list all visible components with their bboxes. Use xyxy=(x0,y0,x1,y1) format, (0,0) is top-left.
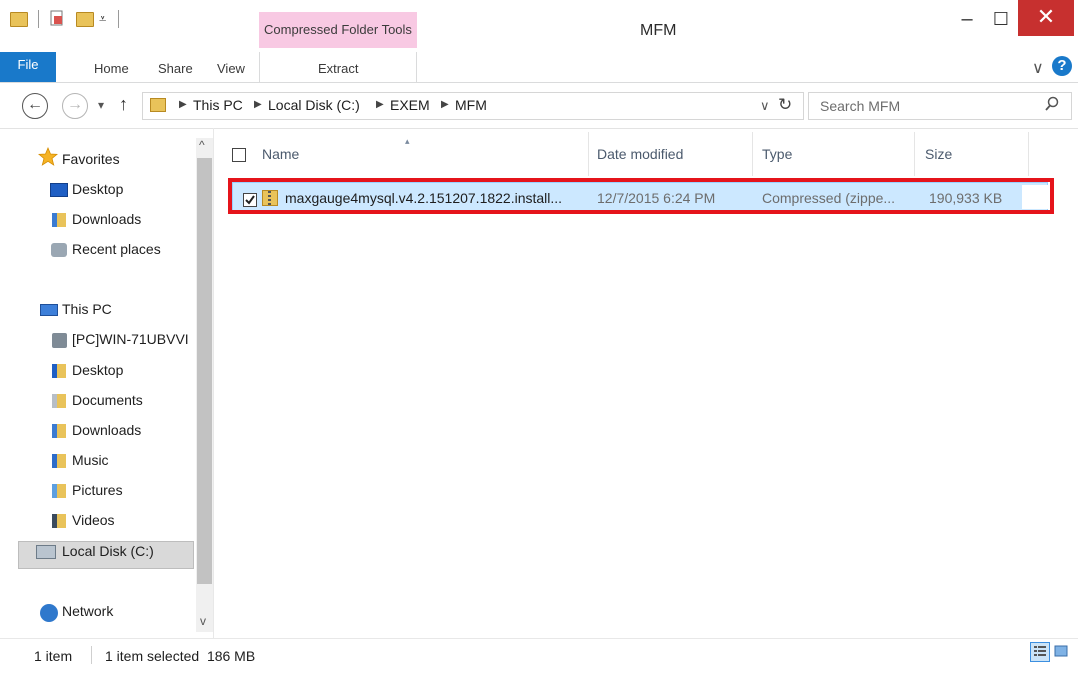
tab-view[interactable]: View xyxy=(217,61,245,76)
large-icons-view-button[interactable] xyxy=(1052,642,1072,662)
downloads-icon xyxy=(52,424,66,438)
tab-file[interactable]: File xyxy=(0,52,56,82)
desktop-icon xyxy=(50,183,68,197)
column-separator[interactable] xyxy=(752,132,753,176)
nav-local-disk[interactable]: Local Disk (C:) xyxy=(62,543,154,559)
maximize-button[interactable]: ☐ xyxy=(986,8,1016,30)
forward-button[interactable]: → xyxy=(62,93,88,119)
context-tab-label: Compressed Folder Tools xyxy=(264,22,412,37)
column-type[interactable]: Type xyxy=(762,146,792,162)
status-item-count: 1 item xyxy=(34,648,73,664)
recent-locations-button[interactable]: ▾ xyxy=(98,98,104,112)
minimize-button[interactable]: – xyxy=(952,8,982,30)
computer-icon xyxy=(40,304,58,316)
pane-divider[interactable] xyxy=(213,128,214,638)
nav-favorites-desktop[interactable]: Desktop xyxy=(72,181,123,197)
nav-pc-documents[interactable]: Documents xyxy=(72,392,143,408)
nav-favorites-downloads[interactable]: Downloads xyxy=(72,211,141,227)
breadcrumb-mfm[interactable]: MFM xyxy=(455,97,487,113)
column-date-modified[interactable]: Date modified xyxy=(597,146,683,162)
desktop-folder-icon xyxy=(52,364,66,378)
breadcrumb-exem[interactable]: EXEM xyxy=(390,97,430,113)
network-drive-icon xyxy=(52,333,67,348)
folder-icon xyxy=(10,12,28,27)
nav-pc-pictures[interactable]: Pictures xyxy=(72,482,123,498)
nav-scrollbar-thumb[interactable] xyxy=(197,158,212,584)
details-view-button[interactable] xyxy=(1030,642,1050,662)
sort-indicator-icon: ▴ xyxy=(405,136,410,146)
new-folder-icon[interactable] xyxy=(76,12,94,27)
qat-separator xyxy=(38,10,39,28)
status-separator xyxy=(91,646,92,664)
tab-extract[interactable]: Extract xyxy=(318,61,358,76)
nav-recent-places[interactable]: Recent places xyxy=(72,241,161,257)
column-name[interactable]: Name xyxy=(262,146,299,162)
nav-favorites[interactable]: Favorites xyxy=(62,151,120,167)
column-separator[interactable] xyxy=(914,132,915,176)
customize-qat-icon[interactable]: ⩡ xyxy=(99,11,106,27)
documents-icon xyxy=(52,394,66,408)
network-icon xyxy=(40,604,58,622)
folder-icon xyxy=(150,98,166,112)
nav-network[interactable]: Network xyxy=(62,603,113,619)
help-icon[interactable]: ? xyxy=(1052,56,1072,76)
refresh-button[interactable]: ↻ xyxy=(778,95,792,115)
select-all-checkbox[interactable] xyxy=(232,148,246,162)
search-placeholder: Search MFM xyxy=(820,98,901,114)
column-size[interactable]: Size xyxy=(925,146,952,162)
nav-pc-desktop[interactable]: Desktop xyxy=(72,362,123,378)
column-separator[interactable] xyxy=(1028,132,1029,176)
recent-places-icon xyxy=(51,243,67,257)
music-icon xyxy=(52,454,66,468)
tab-home[interactable]: Home xyxy=(94,61,129,76)
address-dropdown-icon[interactable]: ∨ xyxy=(760,98,770,114)
search-icon[interactable] xyxy=(1044,96,1060,115)
back-button[interactable]: ← xyxy=(22,93,48,119)
breadcrumb-this-pc[interactable]: This PC xyxy=(193,97,243,113)
qat-separator xyxy=(118,10,119,28)
breadcrumb-arrow-icon[interactable]: ▶ xyxy=(254,99,262,110)
nav-pc-downloads[interactable]: Downloads xyxy=(72,422,141,438)
breadcrumb-arrow-icon[interactable]: ▶ xyxy=(441,99,449,110)
breadcrumb-local-disk[interactable]: Local Disk (C:) xyxy=(268,97,360,113)
highlight-outline xyxy=(228,178,1054,214)
local-disk-icon xyxy=(36,545,56,559)
scroll-up-icon[interactable]: ^ xyxy=(199,138,205,152)
title-bar xyxy=(0,0,1078,48)
scroll-down-icon[interactable]: v xyxy=(200,614,206,628)
up-button[interactable]: ↑ xyxy=(119,94,128,115)
properties-icon[interactable] xyxy=(50,10,64,27)
tab-share[interactable]: Share xyxy=(158,61,193,76)
nav-pc-videos[interactable]: Videos xyxy=(72,512,115,528)
close-button[interactable]: ✕ xyxy=(1018,0,1074,36)
nav-this-pc[interactable]: This PC xyxy=(62,301,112,317)
ribbon-expand-icon[interactable]: ∨ xyxy=(1032,58,1044,78)
videos-icon xyxy=(52,514,66,528)
breadcrumb-arrow-icon[interactable]: ▶ xyxy=(376,99,384,110)
nav-pc-music[interactable]: Music xyxy=(72,452,109,468)
breadcrumb-arrow-icon[interactable]: ▶ xyxy=(179,99,187,110)
star-icon xyxy=(37,146,59,169)
column-separator[interactable] xyxy=(588,132,589,176)
nav-pc-drive[interactable]: [PC]WIN-71UBVVI xyxy=(72,331,194,347)
window-title: MFM xyxy=(640,22,677,39)
pictures-icon xyxy=(52,484,66,498)
status-selection: 1 item selected 186 MB xyxy=(105,648,256,664)
downloads-icon xyxy=(52,213,66,227)
